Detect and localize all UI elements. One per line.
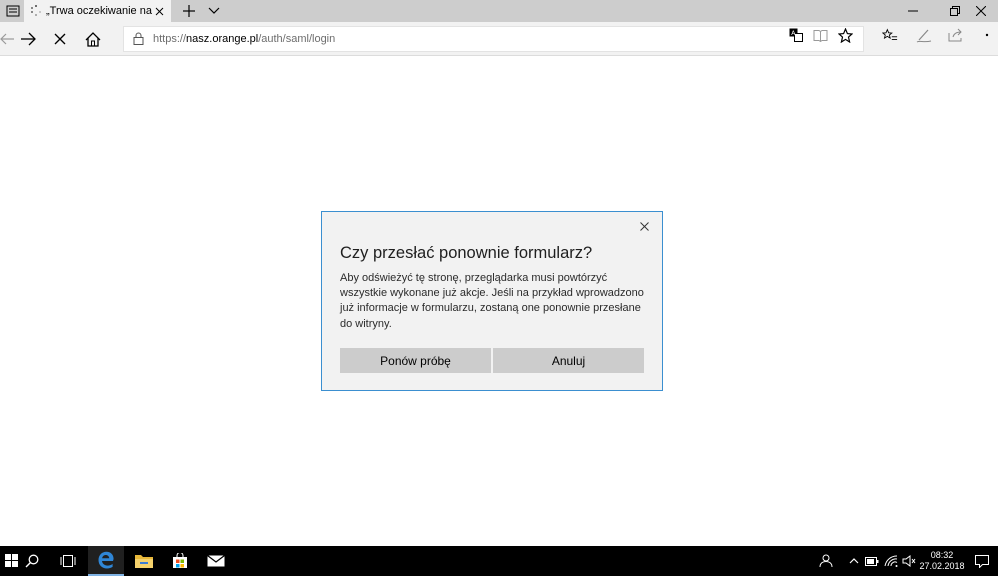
clock-date: 27.02.2018 [919,561,965,571]
clock-time: 08:32 [930,550,954,560]
lock-icon[interactable] [133,32,144,45]
forward-icon[interactable] [13,25,43,53]
people-icon[interactable] [818,553,834,569]
dialog-title: Czy przesłać ponownie formularz? [340,244,593,262]
store-icon[interactable] [162,546,198,576]
url-text[interactable]: https://nasz.orange.pl/auth/saml/login [153,33,335,45]
translate-icon[interactable]: A [788,27,804,43]
navigation-bar: https://nasz.orange.pl/auth/saml/login A [0,22,998,56]
mail-icon[interactable] [198,546,234,576]
wifi-icon[interactable] [883,553,899,569]
task-view-icon[interactable] [50,546,86,576]
dialog-close-icon[interactable] [636,218,652,234]
share-icon[interactable] [948,27,964,43]
retry-button[interactable]: Ponów próbę [340,348,491,373]
loading-icon [30,5,42,17]
new-tab-icon[interactable] [176,0,202,22]
active-tab[interactable]: „Trwa oczekiwanie na odpowiedź [24,0,171,22]
close-icon[interactable] [964,0,998,22]
reading-view-icon[interactable] [812,27,828,43]
file-explorer-icon[interactable] [126,546,162,576]
volume-muted-icon[interactable] [901,553,917,569]
search-icon[interactable] [14,546,50,576]
resubmit-form-dialog: Czy przesłać ponownie formularz? Aby odś… [321,211,663,391]
edge-browser-icon[interactable] [88,546,124,576]
dialog-message: Aby odświeżyć tę stronę, przeglądarka mu… [340,272,644,330]
taskbar: 08:32 27.02.2018 [0,546,998,576]
favorite-star-icon[interactable] [837,27,853,43]
battery-icon[interactable] [864,553,880,569]
tab-preview-icon[interactable] [0,0,26,22]
address-bar[interactable]: https://nasz.orange.pl/auth/saml/login [123,26,864,52]
more-icon[interactable] [983,27,998,43]
stop-loading-icon[interactable] [45,25,75,53]
cancel-button[interactable]: Anuluj [493,348,644,373]
tab-title: „Trwa oczekiwanie na odpowiedź [46,5,152,17]
chevron-up-icon[interactable] [846,553,862,569]
home-icon[interactable] [78,25,108,53]
action-center-icon[interactable] [974,553,990,569]
favorites-hub-icon[interactable] [882,27,898,43]
system-clock[interactable]: 08:32 27.02.2018 [918,550,966,572]
tab-bar: „Trwa oczekiwanie na odpowiedź [0,0,998,22]
chevron-down-icon[interactable] [201,0,227,22]
minimize-icon[interactable] [896,0,930,22]
tab-close-icon[interactable] [151,3,167,19]
notes-pen-icon[interactable] [916,27,932,43]
